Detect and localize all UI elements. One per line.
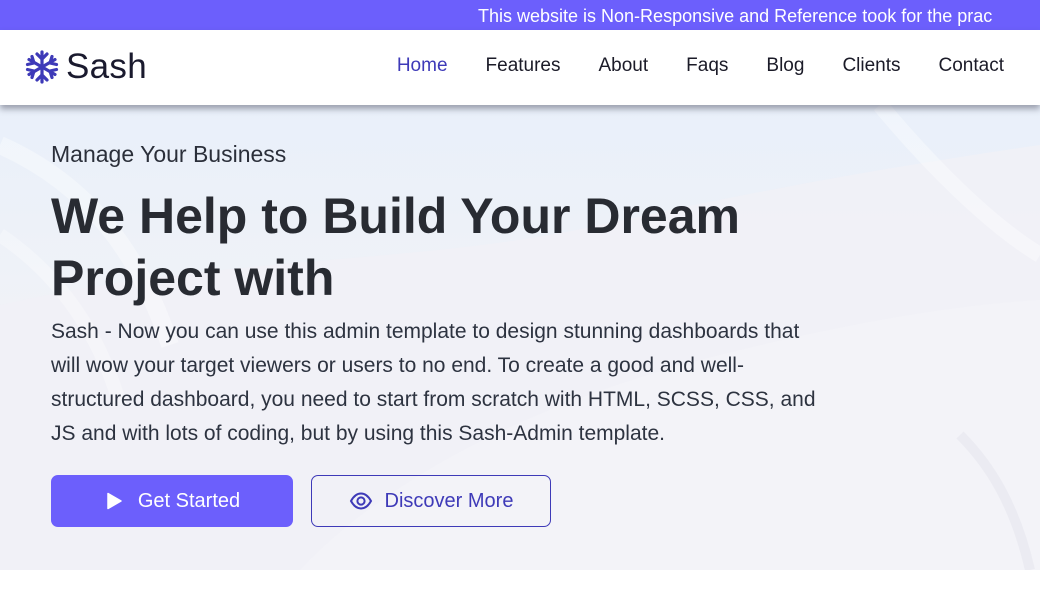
hero-eyebrow: Manage Your Business (51, 141, 287, 167)
hero-headline: We Help to Build Your Dream Project with (51, 188, 740, 306)
brand-logo[interactable]: Sash (24, 48, 147, 86)
play-icon (107, 492, 122, 510)
top-navbar: Sash Home Features About Faqs Blog Clien… (0, 30, 1040, 105)
nav-links: Home Features About Faqs Blog Clients Co… (397, 54, 1004, 78)
discover-more-button[interactable]: Discover More (311, 475, 551, 527)
nav-home[interactable]: Home (397, 54, 448, 78)
nav-faqs[interactable]: Faqs (686, 54, 728, 78)
hero-section: Manage Your Business We Help to Build Yo… (0, 105, 1040, 570)
nav-contact[interactable]: Contact (939, 54, 1004, 78)
get-started-label: Get Started (137, 489, 241, 512)
nav-clients[interactable]: Clients (842, 54, 900, 78)
page-footer-strip (0, 570, 1040, 590)
hero-description: Sash - Now you can use this admin templa… (51, 320, 816, 445)
brand-name: Sash (66, 47, 147, 86)
snowflake-icon (25, 50, 59, 84)
nav-features[interactable]: Features (486, 54, 561, 78)
announcement-bar: This website is Non-Responsive and Refer… (0, 0, 1040, 30)
announcement-text: This website is Non-Responsive and Refer… (478, 6, 993, 26)
discover-more-label: Discover More (384, 489, 514, 512)
get-started-button[interactable]: Get Started (51, 475, 293, 527)
eye-icon (349, 492, 372, 510)
nav-about[interactable]: About (599, 54, 649, 78)
nav-blog[interactable]: Blog (766, 54, 804, 78)
